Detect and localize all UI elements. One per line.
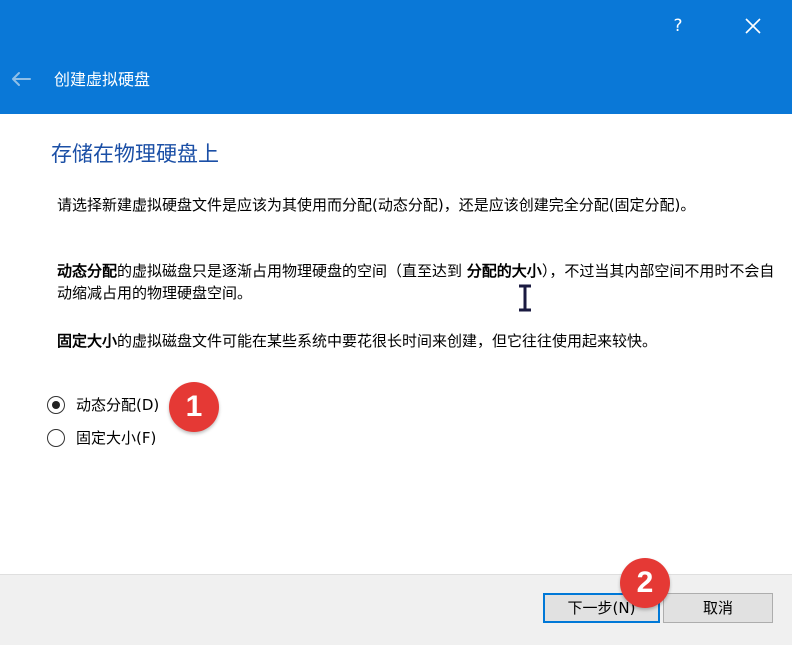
dynamic-option[interactable]: 动态分配(D) — [47, 394, 159, 416]
close-button[interactable] — [733, 10, 773, 42]
dynamic-term: 动态分配 — [57, 262, 118, 280]
dynamic-label: 动态分配(D) — [76, 396, 160, 414]
fixed-description: 固定大小的虚拟磁盘文件可能在某些系统中要花很长时间来创建，但它往往使用起来较快。 — [57, 330, 775, 352]
description-paragraph: 请选择新建虚拟硬盘文件是应该为其使用而分配(动态分配)，还是应该创建完全分配(固… — [57, 196, 696, 214]
dynamic-radio[interactable] — [47, 396, 65, 414]
page-title: 存储在物理硬盘上 — [51, 142, 219, 166]
fixed-option[interactable]: 固定大小(F) — [47, 427, 156, 449]
window-title: 创建虚拟硬盘 — [54, 70, 151, 89]
size-term: 分配的大小 — [466, 262, 542, 280]
step-badge-1: 1 — [169, 382, 219, 432]
fixed-label: 固定大小(F) — [76, 429, 157, 447]
dynamic-description: 动态分配的虚拟磁盘只是逐渐占用物理硬盘的空间（直至达到 分配的大小），不过当其内… — [57, 260, 775, 304]
step-badge-2: 2 — [620, 558, 670, 608]
fixed-radio[interactable] — [47, 429, 65, 447]
fixed-text: 的虚拟磁盘文件可能在某些系统中要花很长时间来创建，但它往往使用起来较快。 — [117, 332, 658, 350]
cancel-button[interactable]: 取消 — [663, 593, 773, 623]
close-icon — [745, 18, 761, 34]
text-cursor-icon — [519, 284, 531, 312]
dynamic-text-mid: 的虚拟磁盘只是逐渐占用物理硬盘的空间（直至达到 — [117, 262, 467, 280]
arrow-left-icon — [12, 72, 31, 86]
help-button[interactable]: ? — [658, 10, 698, 42]
fixed-term: 固定大小 — [57, 332, 118, 350]
back-button[interactable] — [8, 66, 34, 92]
